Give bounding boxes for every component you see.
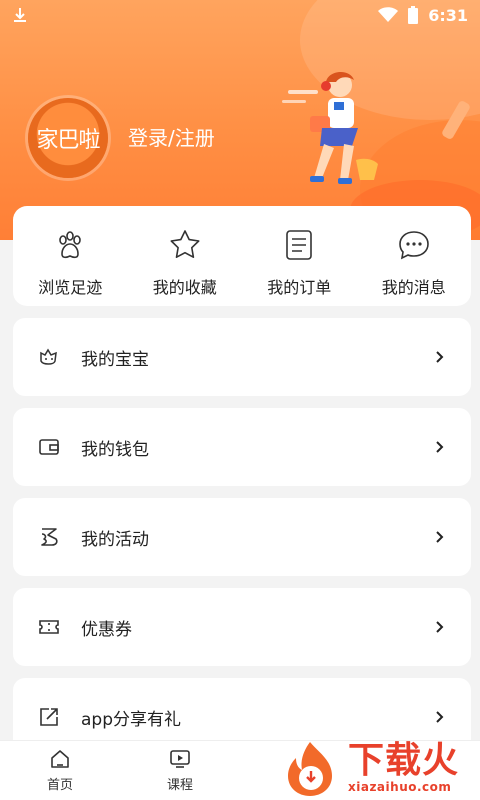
- status-time: 6:31: [428, 5, 468, 25]
- tab-label: 首页: [46, 778, 73, 793]
- quick-item-label: 我的消息: [381, 278, 446, 297]
- quick-item-label: 浏览足迹: [38, 278, 103, 297]
- avatar-text: 家巴啦: [36, 128, 100, 153]
- tab-label: 课程: [166, 778, 193, 793]
- flame-logo-icon: [288, 741, 332, 796]
- baby-icon: [37, 345, 61, 369]
- activity-icon: [37, 525, 61, 549]
- wallet-icon: [37, 435, 61, 459]
- menu-item-label: 我的活动: [81, 529, 149, 550]
- menu-item-my-activities[interactable]: 我的活动: [13, 498, 471, 576]
- watermark-url: xiazaihuo.com: [348, 779, 452, 794]
- chevron-right-icon: [433, 440, 447, 454]
- menu-item-my-wallet[interactable]: 我的钱包: [13, 408, 471, 486]
- battery-icon: [408, 6, 419, 24]
- avatar[interactable]: 家巴啦: [28, 98, 108, 178]
- chevron-right-icon: [433, 530, 447, 544]
- share-icon: [37, 705, 61, 729]
- order-list-icon: [286, 230, 313, 260]
- home-icon: [51, 750, 69, 768]
- menu-item-label: 优惠券: [81, 619, 132, 640]
- quick-item-favorites[interactable]: 我的收藏: [128, 228, 243, 298]
- quick-item-label: 我的订单: [267, 278, 332, 297]
- quick-item-label: 我的收藏: [152, 278, 217, 297]
- wifi-icon: [378, 7, 399, 23]
- watermark-text: 下载火: [348, 739, 460, 781]
- star-icon: [170, 230, 200, 258]
- quick-actions-card: 浏览足迹 我的收藏 我的订单 我的消息: [13, 206, 471, 306]
- profile-header: 6:31 家巴啦 登录/注册: [0, 0, 480, 240]
- watermark: 下载火 xiazaihuo.com: [280, 735, 480, 800]
- chevron-right-icon: [433, 710, 447, 724]
- menu-item-label: 我的钱包: [81, 439, 149, 460]
- login-register-link[interactable]: 登录/注册: [128, 122, 215, 151]
- quick-item-history[interactable]: 浏览足迹: [13, 228, 128, 298]
- menu-item-label: 我的宝宝: [81, 349, 149, 370]
- menu-item-label: app分享有礼: [81, 709, 181, 730]
- chevron-right-icon: [433, 620, 447, 634]
- status-bar: 6:31: [0, 0, 480, 30]
- quick-item-messages[interactable]: 我的消息: [357, 228, 472, 298]
- coupon-icon: [37, 615, 61, 639]
- tv-icon: [170, 750, 190, 768]
- paw-icon: [59, 231, 82, 259]
- menu-item-coupons[interactable]: 优惠券: [13, 588, 471, 666]
- tab-home[interactable]: 首页: [0, 741, 120, 800]
- message-bubble-icon: [398, 231, 429, 260]
- download-icon: [12, 7, 28, 23]
- menu-item-my-baby[interactable]: 我的宝宝: [13, 318, 471, 396]
- chevron-right-icon: [433, 350, 447, 364]
- quick-item-orders[interactable]: 我的订单: [242, 228, 357, 298]
- tab-courses[interactable]: 课程: [120, 741, 240, 800]
